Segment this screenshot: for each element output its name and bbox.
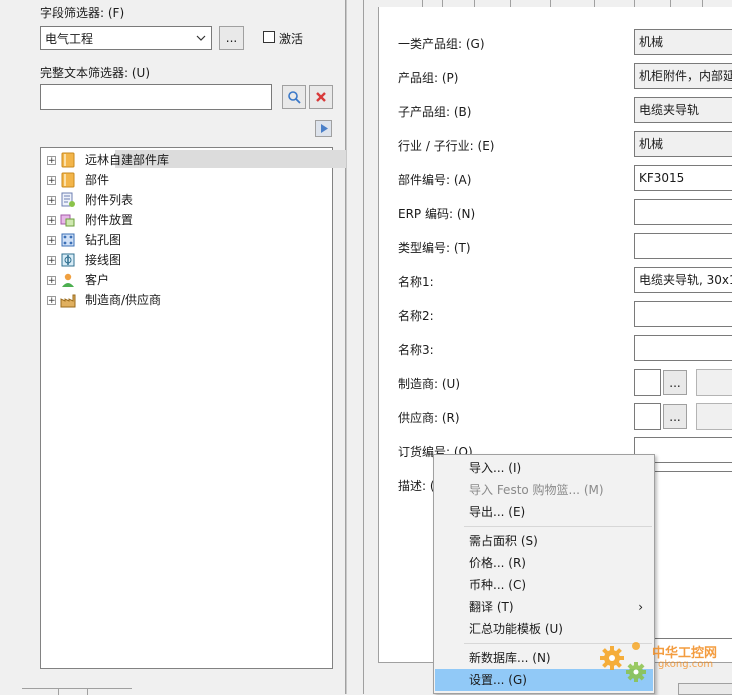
menu-separator [464,526,652,527]
name1-label: 名称1: [398,275,434,289]
gear-icon [600,642,646,682]
expand-icon[interactable]: + [47,195,56,205]
product-group-label: 产品组: (P) [398,71,459,85]
tree-item[interactable]: + 接线图 [47,251,124,269]
erp-code-label: ERP 编码: (N) [398,207,476,221]
type-number-field[interactable] [634,233,732,259]
name2-label: 名称2: [398,309,434,323]
tree-item-label: 附件列表 [85,193,134,207]
supplier-browse-button[interactable]: ... [663,404,687,429]
industry-label: 行业 / 子行业: (E) [398,139,495,153]
tree-item-label: 部件 [85,173,110,187]
product-group-field[interactable]: 机柜附件，内部延 [634,63,732,89]
full-text-filter-label: 完整文本筛选器: (U) [40,66,151,80]
drill-icon [61,233,75,247]
industry-field[interactable]: 机械 [634,131,732,157]
menu-item-translate[interactable]: 翻译 (T) › [435,596,653,618]
menu-item-price[interactable]: 价格... (R) [435,552,653,574]
tree-item[interactable]: + 附件列表 [47,191,136,209]
full-text-filter-input[interactable] [40,84,272,110]
expand-icon[interactable]: + [47,275,56,285]
tree-item-label: 钻孔图 [85,233,122,247]
bottom-tabs [22,688,132,695]
activate-checkbox[interactable] [263,31,275,43]
property-tabstrip [378,0,732,8]
left-panel: 字段筛选器: (F) 电气工程 ... 激活 完整文本筛选器: (U) + 远林… [0,0,372,695]
supplier-label: 供应商: (R) [398,411,460,425]
tree-view[interactable]: + 远林自建部件库 + 部件 + 附件列表 + 附件放置 + 钻孔图 + 接线图 [40,147,372,669]
product-group-1-label: 一类产品组: (G) [398,37,485,51]
placement-icon [60,214,75,227]
name2-field[interactable] [634,301,732,327]
person-icon [62,273,74,287]
tree-item-label: 客户 [85,273,110,287]
sub-product-group-field[interactable]: 电缆夹导轨 [634,97,732,123]
watermark-logo: 中华工控网 gkong.com [596,632,732,688]
expand-icon[interactable]: + [47,255,56,265]
search-icon [288,91,301,104]
bottom-tab[interactable] [58,689,88,695]
field-filter-browse-button[interactable]: ... [219,26,244,50]
manufacturer-label: 制造商: (U) [398,377,461,391]
tree-item[interactable]: + 制造商/供应商 [47,291,164,309]
tree-item-label: 制造商/供应商 [85,293,162,307]
name3-label: 名称3: [398,343,434,357]
factory-icon [60,294,76,308]
tree-item[interactable]: + 附件放置 [47,211,136,229]
search-button[interactable] [282,85,306,109]
product-group-1-field[interactable]: 机械 [634,29,732,55]
tree-item[interactable]: + 客户 [47,271,112,289]
name1-field[interactable]: 电缆夹导轨, 30x15 [634,267,732,293]
supplier-field[interactable] [634,403,661,430]
book-icon [61,152,75,168]
part-number-field[interactable]: KF3015 [634,165,732,191]
expand-icon[interactable]: + [47,235,56,245]
expand-icon[interactable]: + [47,155,56,165]
chevron-down-icon [195,31,207,48]
manufacturer-field[interactable] [634,369,661,396]
menu-item-import-festo: 导入 Festo 购物篮... (M) [469,483,604,497]
field-filter-label: 字段筛选器: (F) [40,6,125,20]
tree-item[interactable]: + 部件 [47,171,112,189]
tree-item-label: 远林自建部件库 [85,153,170,167]
delete-icon [316,92,326,102]
menu-item-import[interactable]: 导入... (I) [435,457,653,479]
field-filter-dropdown[interactable]: 电气工程 [40,26,212,50]
menu-item-currency[interactable]: 币种... (C) [435,574,653,596]
field-filter-value: 电气工程 [45,31,94,46]
clear-filter-button[interactable] [309,85,333,109]
panel-splitter[interactable] [346,0,364,694]
menu-item-translate-label: 翻译 (T) [469,600,514,614]
list-icon [61,192,75,207]
activate-label: 激活 [279,32,304,46]
tree-item-label: 接线图 [85,253,122,267]
tree-item-label: 附件放置 [85,213,134,227]
part-number-label: 部件编号: (A) [398,173,472,187]
book-icon [61,172,75,188]
sub-product-group-label: 子产品组: (B) [398,105,472,119]
erp-code-field[interactable] [634,199,732,225]
wiring-icon [61,253,75,267]
expand-icon[interactable]: + [47,215,56,225]
manufacturer-name-field[interactable] [696,369,732,396]
expand-icon[interactable]: + [47,295,56,305]
supplier-name-field[interactable] [696,403,732,430]
menu-item-export[interactable]: 导出... (E) [435,501,653,523]
type-number-label: 类型编号: (T) [398,241,471,255]
menu-item-space-requirement[interactable]: 需占面积 (S) [435,530,653,552]
description-label: 描述: ( [398,479,435,493]
manufacturer-browse-button[interactable]: ... [663,370,687,395]
watermark-url: gkong.com [658,659,714,670]
apply-filter-button[interactable] [315,120,332,137]
play-icon [320,124,328,133]
expand-icon[interactable]: + [47,175,56,185]
name3-field[interactable] [634,335,732,361]
tree-item[interactable]: + 钻孔图 [47,231,124,249]
submenu-arrow-icon: › [638,600,643,614]
tree-item[interactable]: + 远林自建部件库 [47,151,172,169]
